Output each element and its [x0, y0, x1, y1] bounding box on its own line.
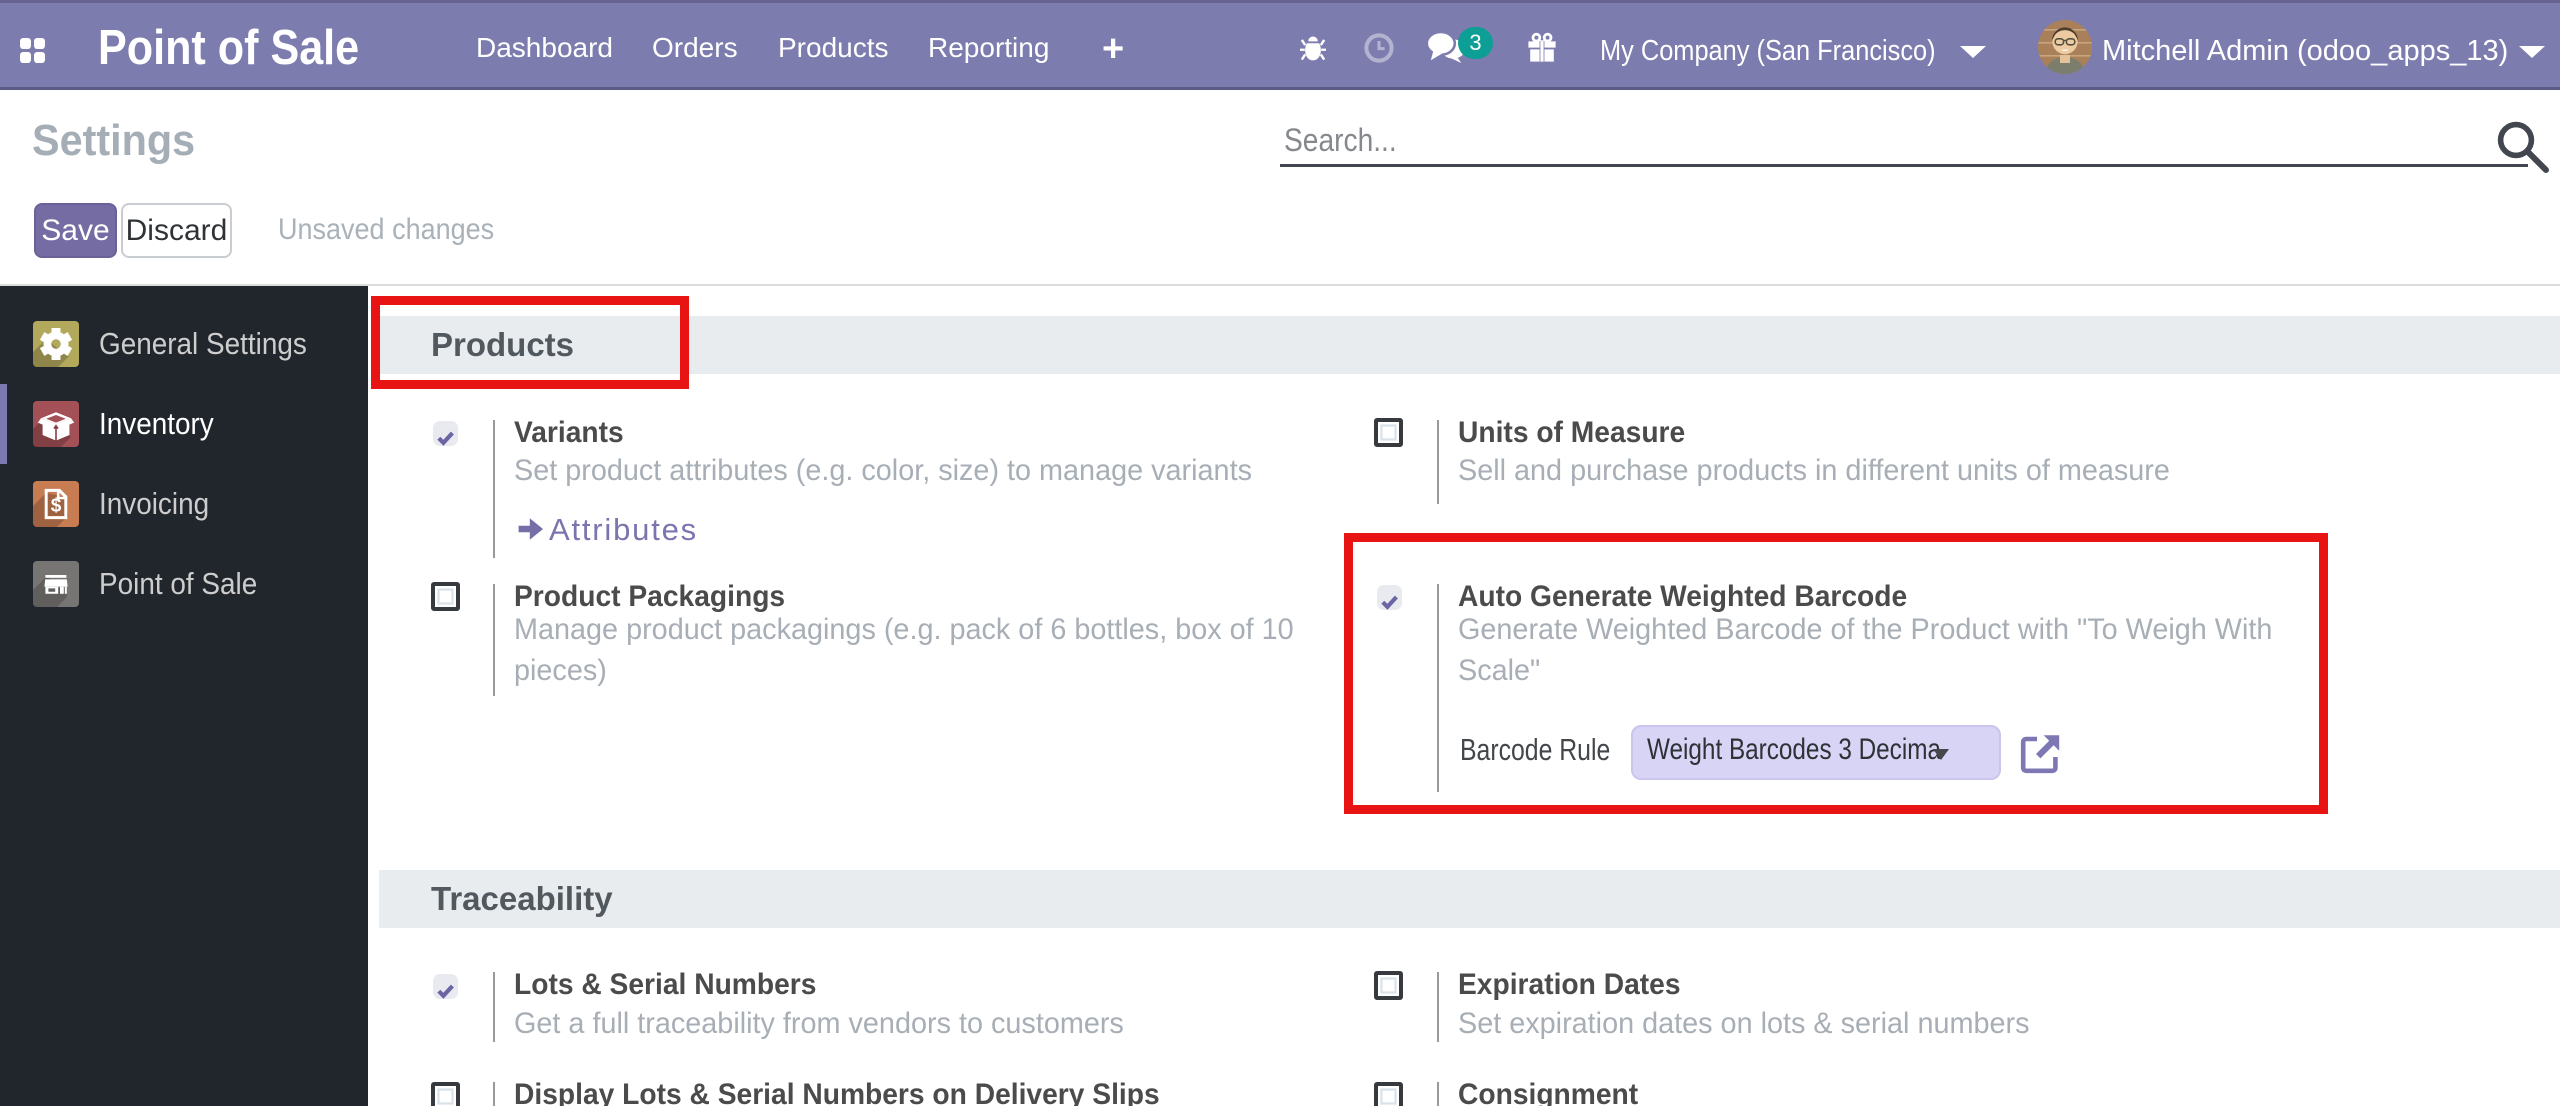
svg-text:$: $	[51, 496, 62, 517]
